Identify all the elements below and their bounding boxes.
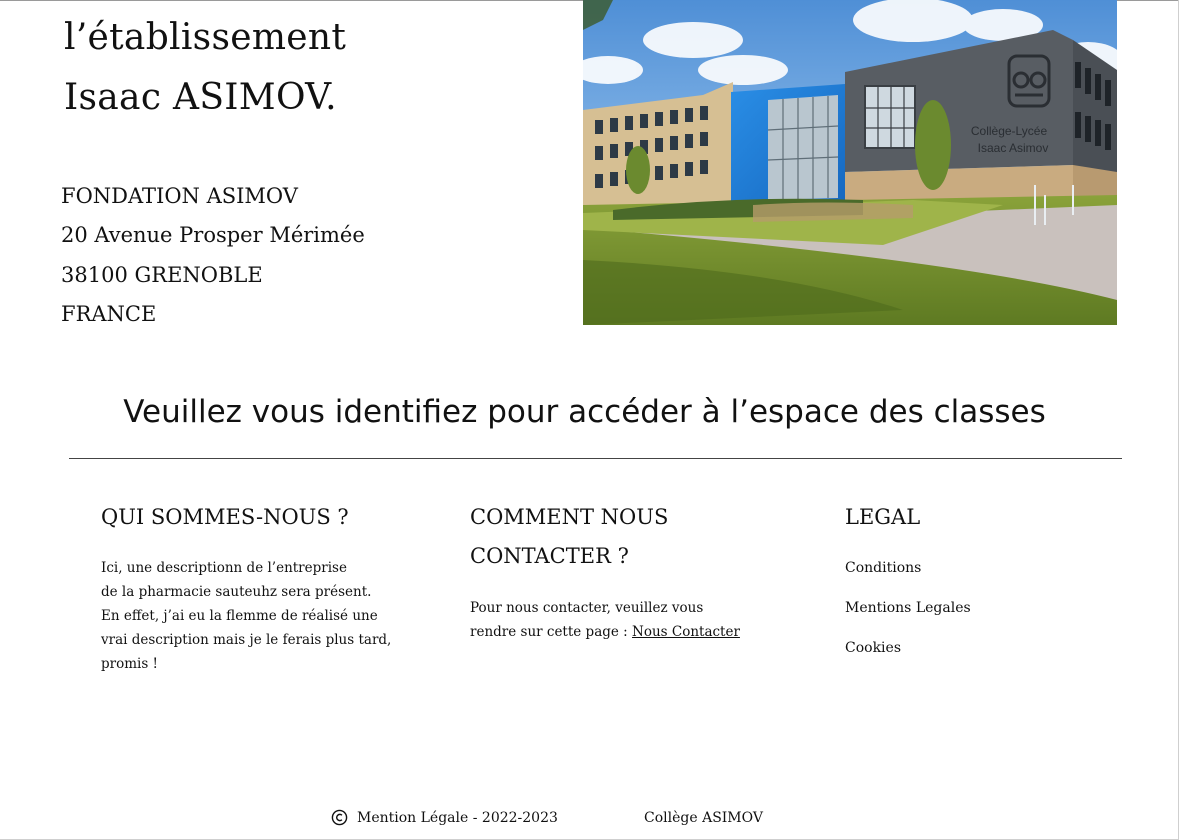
login-prompt: Veuillez vous identifiez pour accéder à … xyxy=(123,394,1046,430)
contact-title-line-2: CONTACTER ? xyxy=(470,544,629,568)
building-sign-line-1: Collège-Lycée xyxy=(971,124,1048,138)
contact-title: COMMENT NOUS CONTACTER ? xyxy=(470,498,668,576)
copyright-icon xyxy=(331,809,348,826)
footer-copyright-text[interactable]: Mention Légale - 2022-2023 xyxy=(357,807,558,829)
legal-link-mentions-legales[interactable]: Mentions Legales xyxy=(845,598,971,618)
contact-title-line-1: COMMENT NOUS xyxy=(470,505,669,529)
about-line-1: Ici, une descriptionn de l’entreprise xyxy=(101,560,347,576)
legal-title: LEGAL xyxy=(845,505,921,529)
contact-line-2: rendre sur cette page : Nous Contacter xyxy=(470,620,740,644)
school-address: FONDATION ASIMOV 20 Avenue Prosper Mérim… xyxy=(61,177,365,334)
legal-link-cookies[interactable]: Cookies xyxy=(845,638,901,658)
about-line-3: En effet, j’ai eu la flemme de réalisé u… xyxy=(101,608,378,624)
section-divider xyxy=(69,458,1122,459)
about-description: Ici, une descriptionn de l’entreprise de… xyxy=(101,556,391,676)
footer-school-name: Collège ASIMOV xyxy=(644,810,763,826)
contact-description: Pour nous contacter, veuillez vous rendr… xyxy=(470,596,740,644)
building-sign-line-2: Isaac Asimov xyxy=(978,141,1049,155)
address-line-1: FONDATION ASIMOV xyxy=(61,184,298,208)
hero-title-line-2: Isaac ASIMOV. xyxy=(64,77,337,118)
hero-title-line-1: l’établissement xyxy=(64,17,347,58)
address-line-4: FRANCE xyxy=(61,301,157,326)
contact-line-2-prefix: rendre sur cette page : xyxy=(470,624,633,640)
address-line-3: 38100 GRENOBLE xyxy=(61,262,263,287)
about-title: QUI SOMMES-NOUS ? xyxy=(101,505,349,529)
address-line-2: 20 Avenue Prosper Mérimée xyxy=(61,223,365,248)
about-line-2: de la pharmacie sauteuhz sera présent. xyxy=(101,584,372,600)
about-line-4: vrai description mais je le ferais plus … xyxy=(101,632,392,648)
contact-line-1: Pour nous contacter, veuillez vous xyxy=(470,600,704,616)
about-line-5: promis ! xyxy=(101,656,158,672)
contact-page-link[interactable]: Nous Contacter xyxy=(632,624,740,640)
school-building-image: Collège-Lycée Isaac Asimov xyxy=(583,0,1117,325)
legal-link-conditions[interactable]: Conditions xyxy=(845,558,921,578)
hero-title: l’établissement Isaac ASIMOV. xyxy=(64,8,346,128)
